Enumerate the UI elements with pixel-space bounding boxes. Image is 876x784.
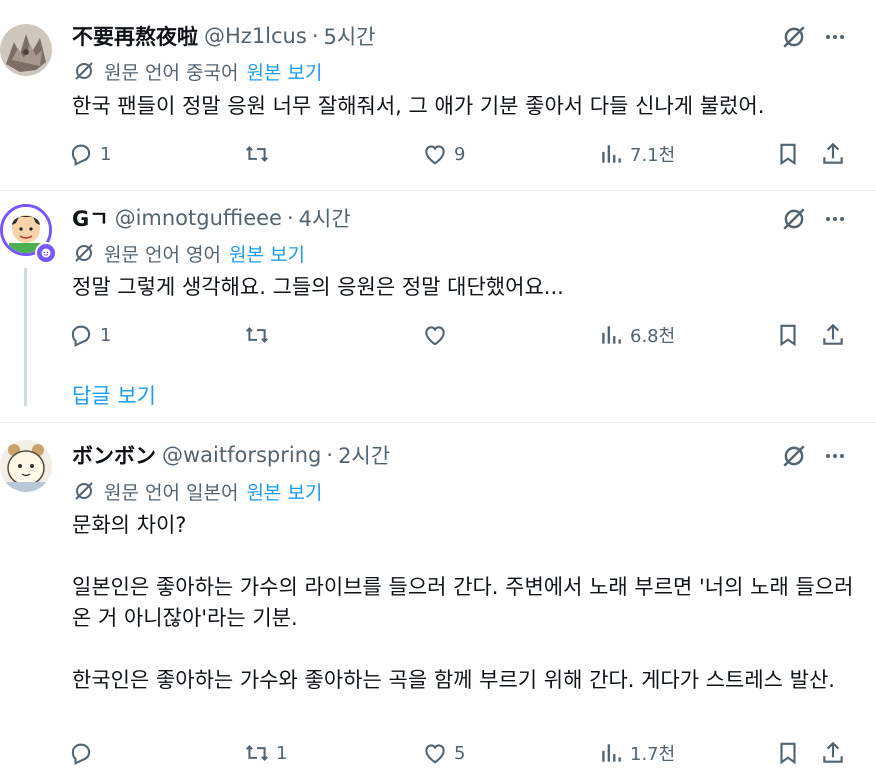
share-icon	[823, 323, 843, 345]
repost-icon	[245, 327, 269, 343]
views-icon	[602, 145, 621, 163]
views-button[interactable]: 7.1천	[598, 137, 675, 171]
repost-count: 1	[276, 742, 288, 764]
like-button[interactable]: 5	[422, 736, 465, 770]
translation-notice: 원문 언어 영어 원본 보기	[72, 240, 305, 266]
tweet-header: Gㄱ @imnotguffieee · 4시간	[72, 203, 351, 233]
user-handle[interactable]: @imnotguffieee	[115, 206, 282, 230]
grok-icon[interactable]	[777, 202, 811, 236]
bookmark-icon	[780, 324, 796, 347]
reply-icon	[71, 144, 91, 166]
like-icon	[425, 145, 445, 165]
share-button[interactable]	[820, 137, 846, 171]
view-count: 1.7천	[630, 744, 676, 765]
timestamp[interactable]: 2시간	[338, 440, 390, 470]
bookmark-icon	[780, 742, 796, 765]
avatar[interactable]	[0, 24, 52, 76]
share-icon	[823, 142, 843, 164]
translated-from-label: 원문 언어 중국어	[104, 61, 239, 84]
like-button[interactable]: 9	[422, 137, 465, 171]
action-bar: 1 6.8천	[68, 318, 858, 352]
user-handle[interactable]: @waitforspring	[162, 443, 321, 467]
user-handle[interactable]: @Hz1lcus	[204, 24, 307, 48]
display-name[interactable]: Gㄱ	[72, 203, 109, 233]
translated-from-label: 원문 언어 일본어	[104, 481, 239, 504]
reply-icon	[71, 325, 91, 347]
share-button[interactable]	[820, 318, 846, 352]
grok-icon[interactable]	[777, 20, 811, 54]
repost-button[interactable]	[244, 318, 276, 352]
bookmark-button[interactable]	[775, 318, 801, 352]
more-icon[interactable]	[818, 20, 852, 54]
view-count: 7.1천	[630, 145, 676, 166]
share-icon	[823, 741, 843, 763]
bookmark-button[interactable]	[775, 736, 801, 770]
reply-button[interactable]	[68, 736, 100, 770]
separator-dot: ·	[311, 24, 319, 48]
tweet[interactable]: ボンボン @waitforspring · 2시간 원문 언어 일본어 원본 보…	[0, 422, 876, 784]
translate-icon	[72, 241, 96, 265]
like-count: 9	[454, 143, 466, 165]
reply-count: 1	[100, 143, 112, 165]
translation-notice: 원문 언어 일본어 원본 보기	[72, 478, 322, 504]
tweet-text: 한국 팬들이 정말 응원 너무 잘해줘서, 그 애가 기분 좋아서 다들 신나게…	[72, 94, 765, 118]
repost-icon	[245, 146, 269, 162]
translation-notice: 원문 언어 중국어 원본 보기	[72, 58, 322, 84]
more-icon[interactable]	[818, 202, 852, 236]
thread-line	[24, 268, 27, 406]
tweet-text: 문화의 차이? 일본인은 좋아하는 가수의 라이브를 들으러 간다. 주변에서 …	[72, 513, 854, 692]
bookmark-button[interactable]	[775, 137, 801, 171]
like-button[interactable]	[422, 318, 454, 352]
repost-button[interactable]	[244, 137, 276, 171]
more-icon[interactable]	[818, 439, 852, 473]
views-icon	[602, 326, 621, 344]
views-button[interactable]: 1.7천	[598, 736, 675, 770]
display-name[interactable]: ボンボン	[72, 440, 156, 470]
like-count: 5	[454, 742, 466, 764]
display-name[interactable]: 不要再熬夜啦	[72, 21, 198, 51]
tweet-header: ボンボン @waitforspring · 2시간	[72, 440, 390, 470]
reply-button[interactable]: 1	[68, 318, 111, 352]
view-count: 6.8천	[630, 326, 676, 347]
timestamp[interactable]: 5시간	[324, 21, 376, 51]
show-replies-link[interactable]: 답글 보기	[72, 380, 156, 410]
translate-icon	[72, 479, 96, 503]
separator-dot: ·	[286, 206, 294, 230]
bookmark-icon	[780, 143, 796, 166]
translate-icon	[72, 59, 96, 83]
tweet-header: 不要再熬夜啦 @Hz1lcus · 5시간	[72, 21, 376, 51]
translated-from-label: 원문 언어 영어	[104, 243, 221, 266]
views-icon	[602, 744, 621, 762]
show-original-link[interactable]: 원본 보기	[246, 58, 322, 85]
show-original-link[interactable]: 원본 보기	[246, 478, 322, 505]
reply-button[interactable]: 1	[68, 137, 111, 171]
tweet-text: 정말 그렇게 생각해요. 그들의 응원은 정말 대단했어요...	[72, 275, 564, 299]
separator-dot: ·	[326, 443, 334, 467]
show-original-link[interactable]: 원본 보기	[229, 240, 305, 267]
repost-icon	[245, 745, 269, 761]
reply-feed: 不要再熬夜啦 @Hz1lcus · 5시간 원문 언어 중국어 원본 보기 한국…	[0, 0, 876, 784]
reply-icon	[71, 743, 91, 765]
repost-button[interactable]: 1	[244, 736, 287, 770]
avatar[interactable]	[0, 440, 52, 492]
reply-count: 1	[100, 324, 112, 346]
action-bar: 1 9 7.1천	[68, 137, 858, 171]
like-icon	[425, 744, 445, 764]
like-icon	[425, 326, 445, 346]
grok-icon[interactable]	[777, 439, 811, 473]
timestamp[interactable]: 4시간	[299, 203, 351, 233]
tweet[interactable]: Gㄱ @imnotguffieee · 4시간 원문 언어 영어 원본 보기 정…	[0, 190, 876, 422]
views-button[interactable]: 6.8천	[598, 318, 675, 352]
action-bar: 1 5 1.7천	[68, 736, 858, 770]
verified-badge-icon	[35, 242, 57, 264]
share-button[interactable]	[820, 736, 846, 770]
tweet[interactable]: 不要再熬夜啦 @Hz1lcus · 5시간 원문 언어 중국어 원본 보기 한국…	[0, 0, 876, 190]
